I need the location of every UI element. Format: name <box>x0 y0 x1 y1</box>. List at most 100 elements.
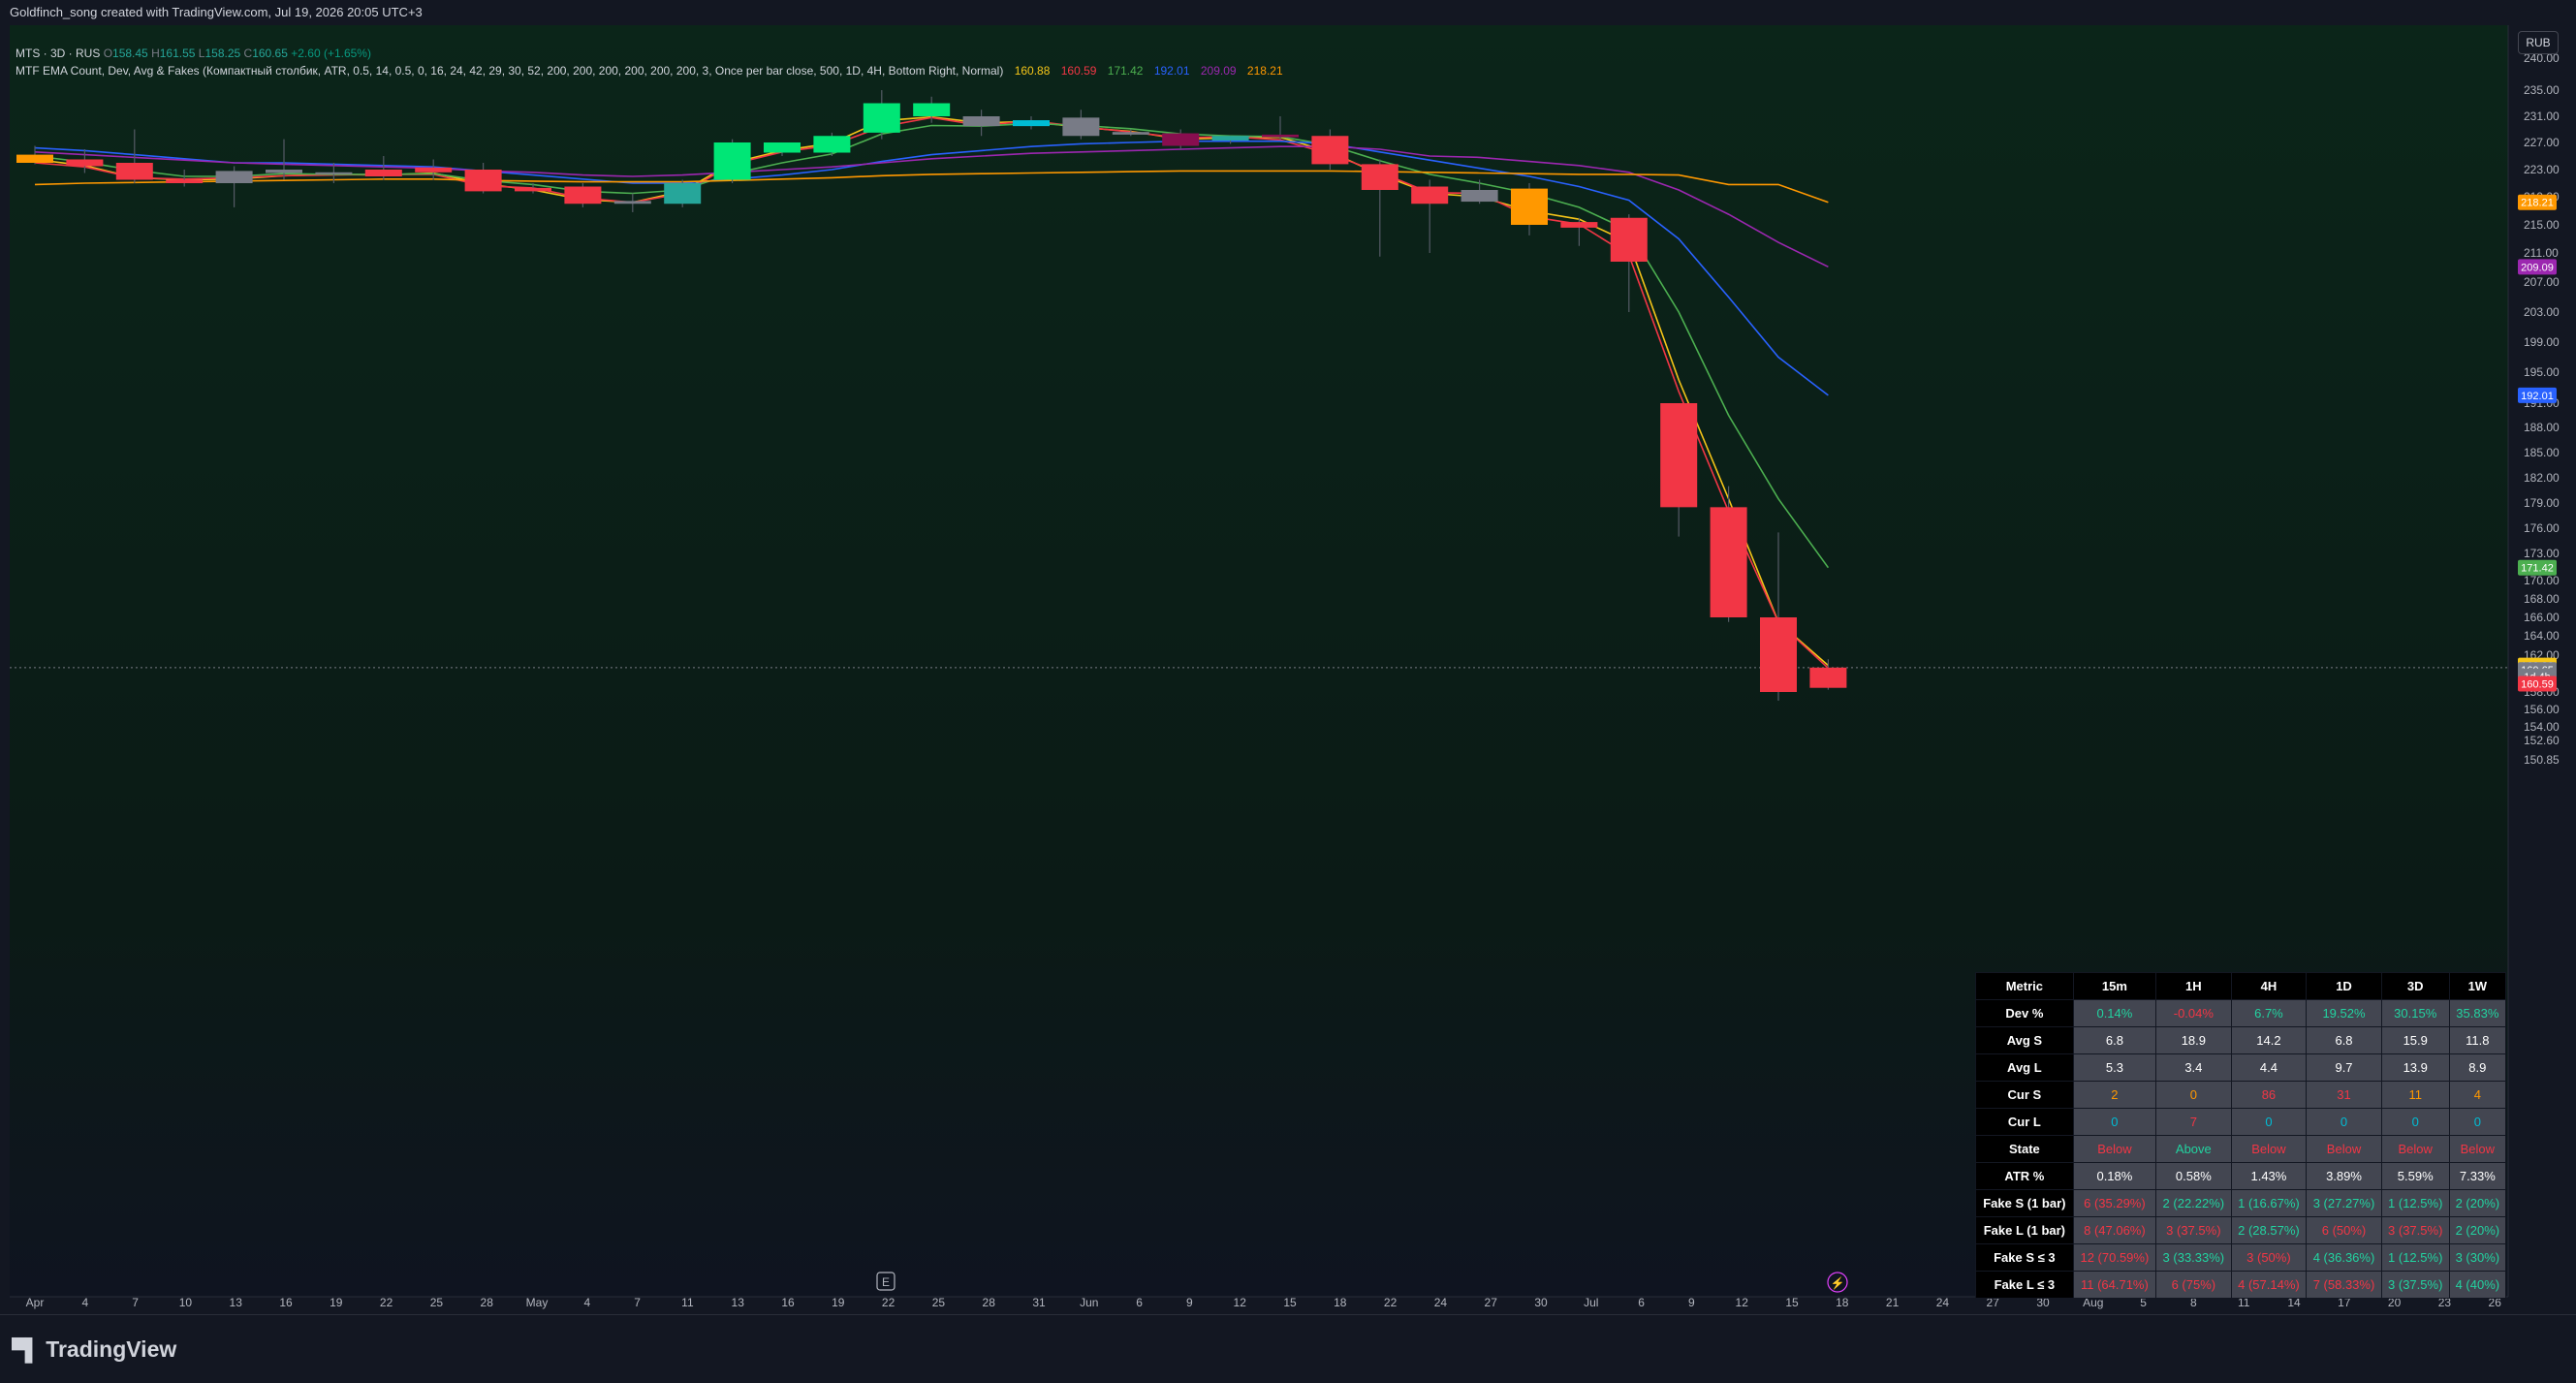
candle-body <box>1511 188 1548 225</box>
metric-cell: Above <box>2155 1135 2232 1163</box>
metric-cell: 3.89% <box>2306 1162 2382 1190</box>
indicator-values: 160.88 160.59 171.42 192.01 209.09 218.2… <box>1007 64 1283 78</box>
metric-cell: 0 <box>2380 1108 2450 1136</box>
price-tick-label: 227.00 <box>2524 136 2560 149</box>
metric-cell: 2 (20%) <box>2448 1189 2507 1217</box>
symbol-name[interactable]: MTS · 3D · RUS <box>16 47 100 60</box>
time-tick-label: 7 <box>634 1296 641 1309</box>
metric-cell: 6 (50%) <box>2306 1216 2382 1244</box>
header-metric: Metric <box>1975 972 2074 1000</box>
chart-header: Goldfinch_song created with TradingView.… <box>0 0 2576 25</box>
metric-cell: 31 <box>2306 1081 2382 1109</box>
indicator-name[interactable]: MTF EMA Count, Dev, Avg & Fakes (Компакт… <box>16 64 1003 78</box>
metric-cell: -0.04% <box>2155 999 2232 1027</box>
time-tick-label: 19 <box>330 1296 343 1309</box>
time-tick-label: Apr <box>26 1296 45 1309</box>
metric-label: Fake S ≤ 3 <box>1975 1243 2074 1272</box>
candle-body <box>266 170 302 173</box>
time-tick-label: 31 <box>1032 1296 1046 1309</box>
candle-body <box>515 187 551 192</box>
ohlc-open: 158.45 <box>112 47 148 60</box>
price-badge: 218.21 <box>2518 194 2557 210</box>
tradingview-logo[interactable]: ▀▌ TradingView <box>12 1336 176 1363</box>
time-tick-label: 4 <box>583 1296 590 1309</box>
metric-label: Avg L <box>1975 1053 2074 1082</box>
metric-cell: 0 <box>2306 1108 2382 1136</box>
metric-label: Fake L (1 bar) <box>1975 1216 2074 1244</box>
candle-body <box>1262 134 1299 138</box>
time-tick-label: 9 <box>1186 1296 1193 1309</box>
metric-cell: 11 <box>2380 1081 2450 1109</box>
candle-body <box>962 116 1000 127</box>
metric-cell: 3 (27.27%) <box>2306 1189 2382 1217</box>
metric-cell: 5.3 <box>2072 1053 2157 1082</box>
candle-body <box>115 163 153 180</box>
ema-value-5: 209.09 <box>1200 64 1237 78</box>
candle-body <box>1112 132 1149 135</box>
metric-cell: 0.14% <box>2072 999 2157 1027</box>
header-3d: 3D <box>2380 972 2450 1000</box>
metric-cell: 35.83% <box>2448 999 2507 1027</box>
metric-cell: 2 (28.57%) <box>2230 1216 2308 1244</box>
time-tick-label: 15 <box>1283 1296 1297 1309</box>
time-tick-label: 22 <box>1384 1296 1398 1309</box>
metrics-row: Cur S 2 0 86 31 11 4 <box>1975 1081 2507 1109</box>
time-tick-label: 18 <box>1334 1296 1347 1309</box>
metric-cell: 6.8 <box>2306 1026 2382 1054</box>
metric-cell: 3 (37.5%) <box>2155 1216 2232 1244</box>
metric-cell: 6.7% <box>2230 999 2308 1027</box>
chart-legend: MTS · 3D · RUS O158.45 H161.55 L158.25 C… <box>16 45 1283 79</box>
metric-cell: Below <box>2380 1135 2450 1163</box>
ema-value-1: 160.88 <box>1014 64 1051 78</box>
metric-cell: 14.2 <box>2230 1026 2308 1054</box>
candle-body <box>1162 133 1200 146</box>
metric-cell: 3 (37.5%) <box>2380 1216 2450 1244</box>
metric-cell: 7.33% <box>2448 1162 2507 1190</box>
indicator-row[interactable]: MTF EMA Count, Dev, Avg & Fakes (Компакт… <box>16 62 1283 79</box>
time-tick-label: 6 <box>1638 1296 1645 1309</box>
metric-cell: 3 (37.5%) <box>2380 1271 2450 1299</box>
candle-body <box>1062 117 1100 137</box>
time-tick-label: 25 <box>430 1296 444 1309</box>
currency-button[interactable]: RUB <box>2518 31 2559 54</box>
time-tick-label: May <box>526 1296 549 1309</box>
ohlc-high: 161.55 <box>159 47 196 60</box>
metrics-row: Cur L070000 <box>1975 1108 2507 1136</box>
candle <box>664 179 702 207</box>
time-tick-label: 12 <box>1234 1296 1247 1309</box>
candle <box>813 132 851 156</box>
time-tick-label: Jun <box>1080 1296 1098 1309</box>
metric-cell: Below <box>2230 1135 2308 1163</box>
ohlc-change: +2.60 (+1.65%) <box>291 47 371 60</box>
metric-cell: 3 (50%) <box>2230 1243 2308 1272</box>
ema-value-6: 218.21 <box>1246 64 1283 78</box>
candle-body <box>415 167 453 173</box>
price-tick-label: 235.00 <box>2524 83 2560 97</box>
candle-body <box>1560 222 1598 228</box>
ohlc-low: 158.25 <box>204 47 241 60</box>
candle-body <box>315 172 353 174</box>
candle-body <box>1760 617 1797 692</box>
time-tick-label: 16 <box>781 1296 795 1309</box>
time-tick-label: 22 <box>380 1296 393 1309</box>
metric-cell: 11 (64.71%) <box>2072 1271 2157 1299</box>
metric-cell: 0.18% <box>2072 1162 2157 1190</box>
candle-body <box>1809 667 1847 688</box>
metric-cell: 2 (20%) <box>2448 1216 2507 1244</box>
price-tick-label: 215.00 <box>2524 218 2560 232</box>
time-tick-label: 15 <box>1785 1296 1799 1309</box>
metric-label: ATR % <box>1975 1162 2074 1190</box>
candle-body <box>1660 403 1698 508</box>
candle-body <box>664 183 702 204</box>
metric-cell: 12 (70.59%) <box>2072 1243 2157 1272</box>
metrics-row: Fake S (1 bar) 6 (35.29%) 2 (22.22%) 1 (16.… <box>1975 1189 2507 1217</box>
time-tick-label: 11 <box>681 1296 694 1309</box>
metric-cell: 4 (40%) <box>2448 1271 2507 1299</box>
metric-cell: 1.43% <box>2230 1162 2308 1190</box>
time-tick-label: 28 <box>983 1296 996 1309</box>
price-badge: 192.01 <box>2518 387 2557 403</box>
price-tick-label: 166.00 <box>2524 611 2560 624</box>
header-1d: 1D <box>2306 972 2382 1000</box>
footer: ▀▌ TradingView <box>0 1314 2576 1383</box>
metric-cell: 3 (30%) <box>2448 1243 2507 1272</box>
